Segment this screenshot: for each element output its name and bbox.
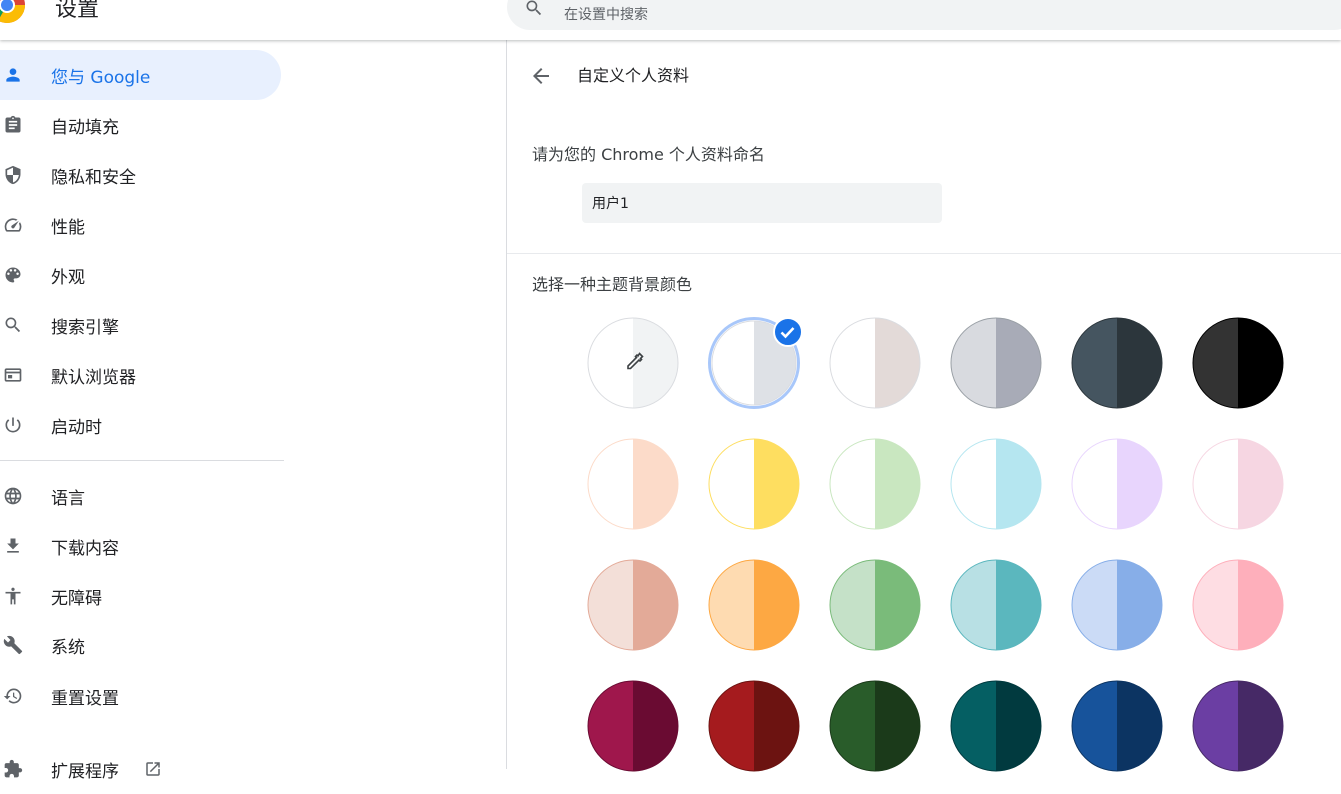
browser-window-icon [3, 365, 23, 385]
sidebar-item-reset[interactable]: 重置设置 [0, 671, 281, 721]
sidebar-item-label: 您与 Google [51, 67, 151, 88]
theme-color-swatch[interactable] [829, 317, 921, 409]
sidebar-item-extensions[interactable]: 扩展程序 [0, 744, 281, 794]
sidebar-item-system[interactable]: 系统 [0, 620, 281, 670]
sidebar-item-autofill[interactable]: 自动填充 [0, 100, 281, 150]
theme-color-swatch[interactable] [1071, 317, 1163, 409]
theme-color-label: 选择一种主题背景颜色 [532, 275, 693, 294]
sidebar-item-label: 默认浏览器 [51, 367, 136, 388]
theme-color-swatch[interactable] [1071, 680, 1163, 772]
theme-color-swatch[interactable] [1071, 438, 1163, 530]
sidebar-item-label: 隐私和安全 [51, 167, 136, 188]
person-icon [3, 65, 23, 85]
theme-color-swatch[interactable] [950, 438, 1042, 530]
sidebar-item-label: 自动填充 [51, 117, 119, 138]
sidebar-item-appearance[interactable]: 外观 [0, 250, 281, 300]
sidebar-item-performance[interactable]: 性能 [0, 200, 281, 250]
theme-color-swatch[interactable] [1192, 317, 1284, 409]
theme-color-swatch[interactable] [708, 317, 803, 409]
sidebar-item-label: 重置设置 [51, 688, 119, 709]
palette-icon [3, 265, 23, 285]
sidebar-item-label: 外观 [51, 267, 85, 288]
sidebar-item-label: 下载内容 [51, 538, 119, 559]
accessibility-icon [3, 586, 23, 606]
puzzle-icon [3, 759, 23, 779]
customize-profile-panel: 自定义个人资料 请为您的 Chrome 个人资料命名 选择一种主题背景颜色 [506, 40, 1341, 772]
sidebar-divider [0, 460, 284, 461]
custom-color-picker-swatch[interactable] [587, 317, 679, 409]
sidebar-item-you-and-google[interactable]: 您与 Google [0, 50, 281, 100]
wrench-icon [3, 635, 23, 655]
sidebar-item-label: 性能 [51, 217, 85, 238]
sidebar-item-label: 扩展程序 [51, 761, 119, 782]
sidebar-item-label: 无障碍 [51, 588, 102, 609]
sidebar-item-languages[interactable]: 语言 [0, 471, 281, 521]
sidebar-item-default-browser[interactable]: 默认浏览器 [0, 350, 281, 400]
settings-header: 设置 在设置中搜索 [0, 0, 1341, 40]
sidebar-item-privacy[interactable]: 隐私和安全 [0, 150, 281, 200]
chrome-logo-icon [0, 0, 26, 24]
theme-color-swatch[interactable] [829, 438, 921, 530]
globe-icon [3, 486, 23, 506]
theme-color-swatch[interactable] [950, 559, 1042, 651]
sidebar-item-search-engine[interactable]: 搜索引擎 [0, 300, 281, 350]
search-input[interactable]: 在设置中搜索 [564, 7, 648, 23]
settings-sidebar: 您与 Google 自动填充 隐私和安全 性能 外观 搜索引擎 默认浏览器 启动… [0, 40, 290, 782]
settings-search-box[interactable]: 在设置中搜索 [507, 0, 1341, 30]
sidebar-item-label: 语言 [51, 488, 85, 509]
sidebar-item-downloads[interactable]: 下载内容 [0, 521, 281, 571]
clipboard-icon [3, 115, 23, 135]
sidebar-item-label: 搜索引擎 [51, 317, 119, 338]
sidebar-item-accessibility[interactable]: 无障碍 [0, 571, 281, 621]
theme-color-swatch[interactable] [1192, 680, 1284, 772]
theme-color-swatch[interactable] [829, 680, 921, 772]
theme-color-swatch[interactable] [1071, 559, 1163, 651]
history-icon [3, 686, 23, 706]
search-icon [3, 315, 23, 335]
speedometer-icon [3, 215, 23, 235]
theme-color-swatch[interactable] [950, 680, 1042, 772]
search-icon [526, 0, 542, 16]
theme-color-swatch[interactable] [1192, 559, 1284, 651]
theme-color-swatch[interactable] [708, 559, 800, 651]
profile-name-input[interactable] [582, 183, 942, 223]
page-title: 设置 [55, 0, 100, 22]
sidebar-item-label: 系统 [51, 637, 85, 658]
theme-color-swatch[interactable] [587, 680, 679, 772]
power-icon [3, 415, 23, 435]
download-icon [3, 536, 23, 556]
back-arrow-icon[interactable] [529, 64, 553, 88]
sidebar-item-on-startup[interactable]: 启动时 [0, 400, 281, 450]
theme-color-swatch[interactable] [1192, 438, 1284, 530]
theme-color-swatch[interactable] [708, 680, 800, 772]
theme-color-swatch[interactable] [708, 438, 800, 530]
sidebar-item-label: 启动时 [51, 417, 102, 438]
theme-color-swatch[interactable] [950, 317, 1042, 409]
selected-check-icon [773, 317, 803, 347]
shield-icon [3, 165, 23, 185]
subpage-title: 自定义个人资料 [577, 66, 690, 85]
open-in-new-icon [146, 762, 160, 776]
theme-color-swatch[interactable] [829, 559, 921, 651]
theme-color-swatch[interactable] [587, 438, 679, 530]
profile-name-label: 请为您的 Chrome 个人资料命名 [532, 145, 765, 164]
section-divider [507, 253, 1341, 254]
theme-color-swatch[interactable] [587, 559, 679, 651]
